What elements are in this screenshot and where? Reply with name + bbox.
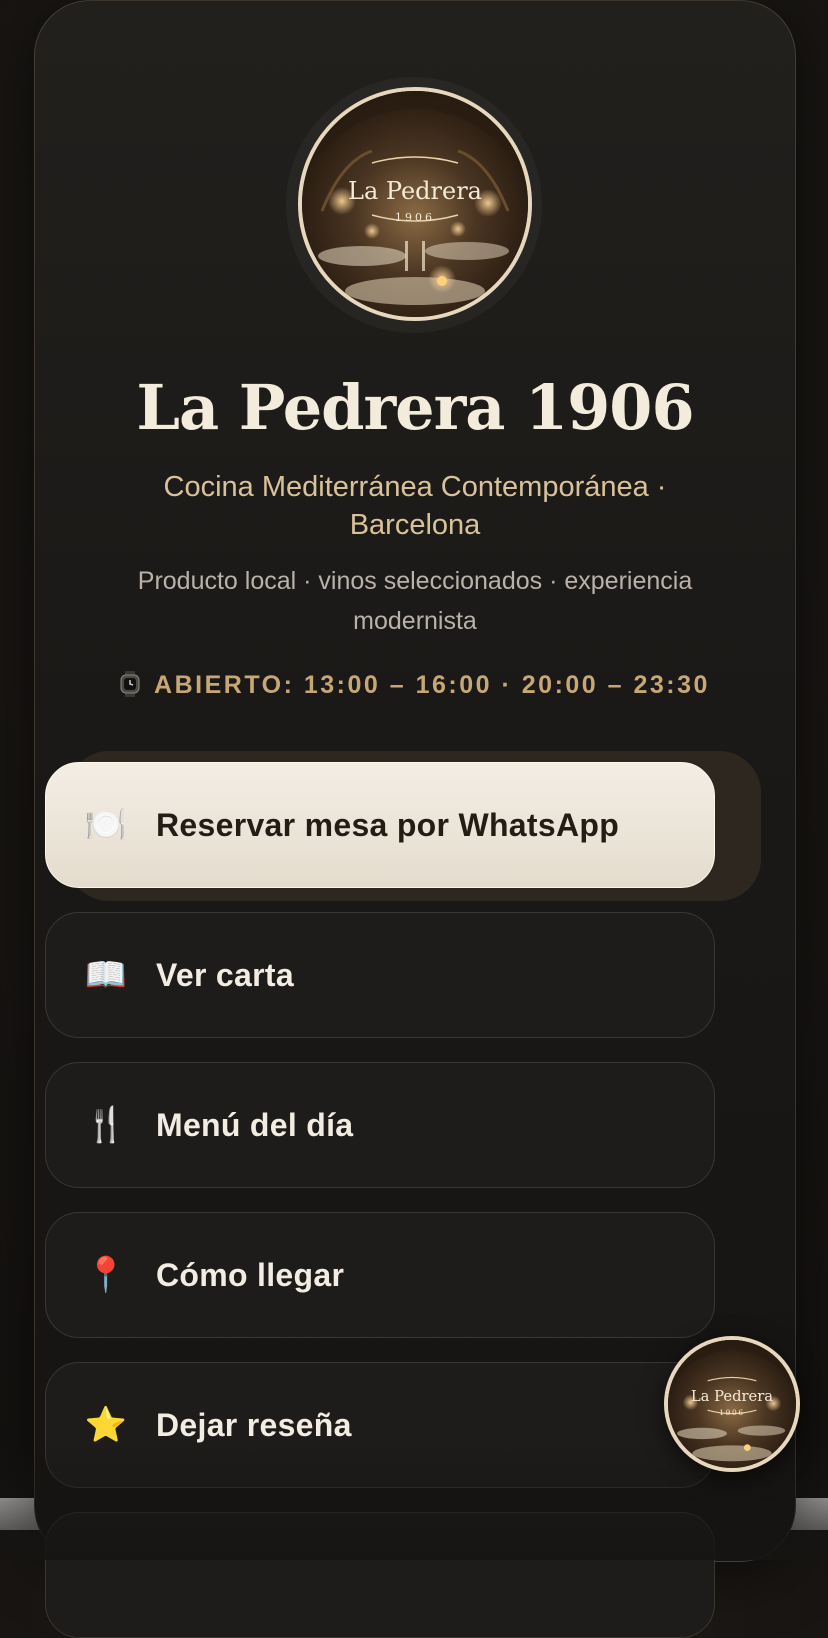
plate-cutlery-icon: 🍽️ xyxy=(84,805,128,845)
floating-logo-wordmark: La Pedrera xyxy=(691,1388,773,1405)
fork-knife-icon: 🍴 xyxy=(84,1105,128,1145)
open-book-icon: 📖 xyxy=(84,955,128,995)
map-pin-icon: 📍 xyxy=(84,1255,128,1295)
daily-menu-button[interactable]: 🍴 Menú del día xyxy=(45,1062,715,1188)
logo-year: 1906 xyxy=(395,211,435,224)
button-label: Cómo llegar xyxy=(156,1256,345,1293)
leave-review-button[interactable]: ⭐ Dejar reseña xyxy=(45,1362,715,1488)
floating-logo-year: 1906 xyxy=(719,1408,745,1417)
logo-wordmark: La Pedrera xyxy=(348,177,482,205)
whatsapp-reservation-button[interactable]: 🍽️ Reservar mesa por WhatsApp xyxy=(45,762,715,888)
directions-button[interactable]: 📍 Cómo llegar xyxy=(45,1212,715,1338)
watch-icon xyxy=(120,671,140,697)
button-label: Reservar mesa por WhatsApp xyxy=(156,806,620,843)
floating-logo-button[interactable]: La Pedrera 1906 xyxy=(664,1336,800,1472)
button-label: Dejar reseña xyxy=(156,1406,352,1443)
next-button-partial[interactable] xyxy=(45,1512,715,1638)
restaurant-logo-image: La Pedrera 1906 xyxy=(302,91,528,317)
star-icon: ⭐ xyxy=(84,1405,128,1445)
opening-hours-text: ABIERTO: 13:00 – 16:00 · 20:00 – 23:30 xyxy=(154,671,710,699)
subtitle: Cocina Mediterránea Contemporánea · Barc… xyxy=(163,471,667,541)
floating-logo-image: La Pedrera 1906 xyxy=(668,1340,796,1468)
page-title: La Pedrera 1906 xyxy=(136,371,694,444)
opening-hours: ABIERTO: 13:00 – 16:00 · 20:00 – 23:30 xyxy=(35,671,795,700)
button-label: Menú del día xyxy=(156,1106,354,1143)
avatar: La Pedrera 1906 xyxy=(298,87,532,321)
button-label: Ver carta xyxy=(156,956,294,993)
tagline: Producto local · vinos seleccionados · e… xyxy=(137,567,693,635)
view-menu-button[interactable]: 📖 Ver carta xyxy=(45,912,715,1038)
